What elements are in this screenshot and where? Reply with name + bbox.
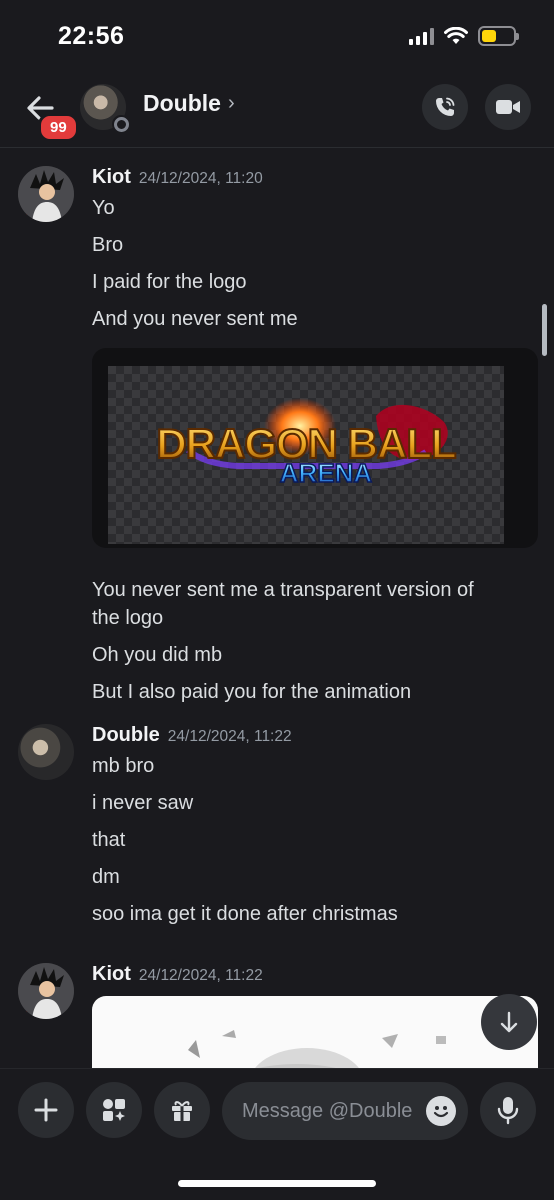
avatar[interactable] [18,963,74,1019]
phone-call-icon [436,97,455,116]
offline-status-icon [112,115,130,133]
microphone-icon [497,1097,519,1125]
wifi-icon [444,27,468,44]
unread-badge: 99 [38,113,79,142]
chat-header: 99 Double › [0,70,554,148]
arrow-down-icon [500,1011,518,1033]
battery-icon [478,26,519,46]
home-indicator[interactable] [178,1180,376,1187]
message-input[interactable] [242,1082,418,1140]
message-text: And you never sent me [92,308,298,330]
message-text: You never sent me a transparent version … [92,579,474,601]
message-text: Yo [92,197,115,219]
gift-button[interactable] [154,1082,210,1138]
voice-message-button[interactable] [480,1082,536,1138]
voice-call-button[interactable] [422,84,468,130]
channel-name[interactable]: Double [143,90,221,117]
message-text: dm [92,866,120,888]
jump-to-present-button[interactable] [481,994,537,1050]
message-text: But I also paid you for the animation [92,681,412,703]
message-text: that [92,829,126,851]
status-bar: 22:56 [0,0,554,70]
message-text: mb bro [92,755,155,777]
message-author[interactable]: Kiot 24/12/2024, 11:20 [92,166,263,189]
message-text: I paid for the logo [92,271,247,293]
message-text: i never saw [92,792,194,814]
scrollbar[interactable] [542,304,547,356]
image-attachment[interactable]: DRAGON BALL ARENA [92,348,538,548]
emoji-icon[interactable] [426,1096,456,1126]
dragon-ball-arena-logo: DRAGON BALL ARENA [155,398,458,489]
status-time: 22:56 [58,22,125,50]
message-timestamp: 24/12/2024, 11:20 [138,170,263,187]
apps-icon [103,1099,125,1121]
message-timestamp: 24/12/2024, 11:22 [138,967,263,984]
message-timestamp: 24/12/2024, 11:22 [167,728,292,745]
message-text: Oh you did mb [92,644,223,666]
message-text: soo ima get it done after christmas [92,903,398,925]
chevron-right-icon[interactable]: › [228,92,235,115]
message-author[interactable]: Kiot 24/12/2024, 11:22 [92,963,263,986]
avatar[interactable] [80,84,130,133]
apps-button[interactable] [86,1082,142,1138]
avatar[interactable] [18,724,74,780]
message-input-container[interactable] [222,1082,468,1140]
video-call-button[interactable] [485,84,531,130]
plus-icon [34,1098,58,1122]
video-camera-icon [496,100,520,114]
message-author[interactable]: Double 24/12/2024, 11:22 [92,724,292,747]
transparent-logo-preview: DRAGON BALL ARENA [108,366,504,544]
avatar[interactable] [18,166,74,222]
gift-icon [172,1101,192,1121]
message-text: the logo [92,607,164,629]
logo-subtitle: ARENA [280,458,373,488]
status-icons [409,26,519,46]
message-text: Bro [92,234,124,256]
cellular-signal-icon [409,27,434,45]
add-attachment-button[interactable] [18,1082,74,1138]
image-attachment[interactable] [92,996,538,1069]
message-list[interactable]: Kiot 24/12/2024, 11:20 Yo Bro I paid for … [0,149,554,1069]
